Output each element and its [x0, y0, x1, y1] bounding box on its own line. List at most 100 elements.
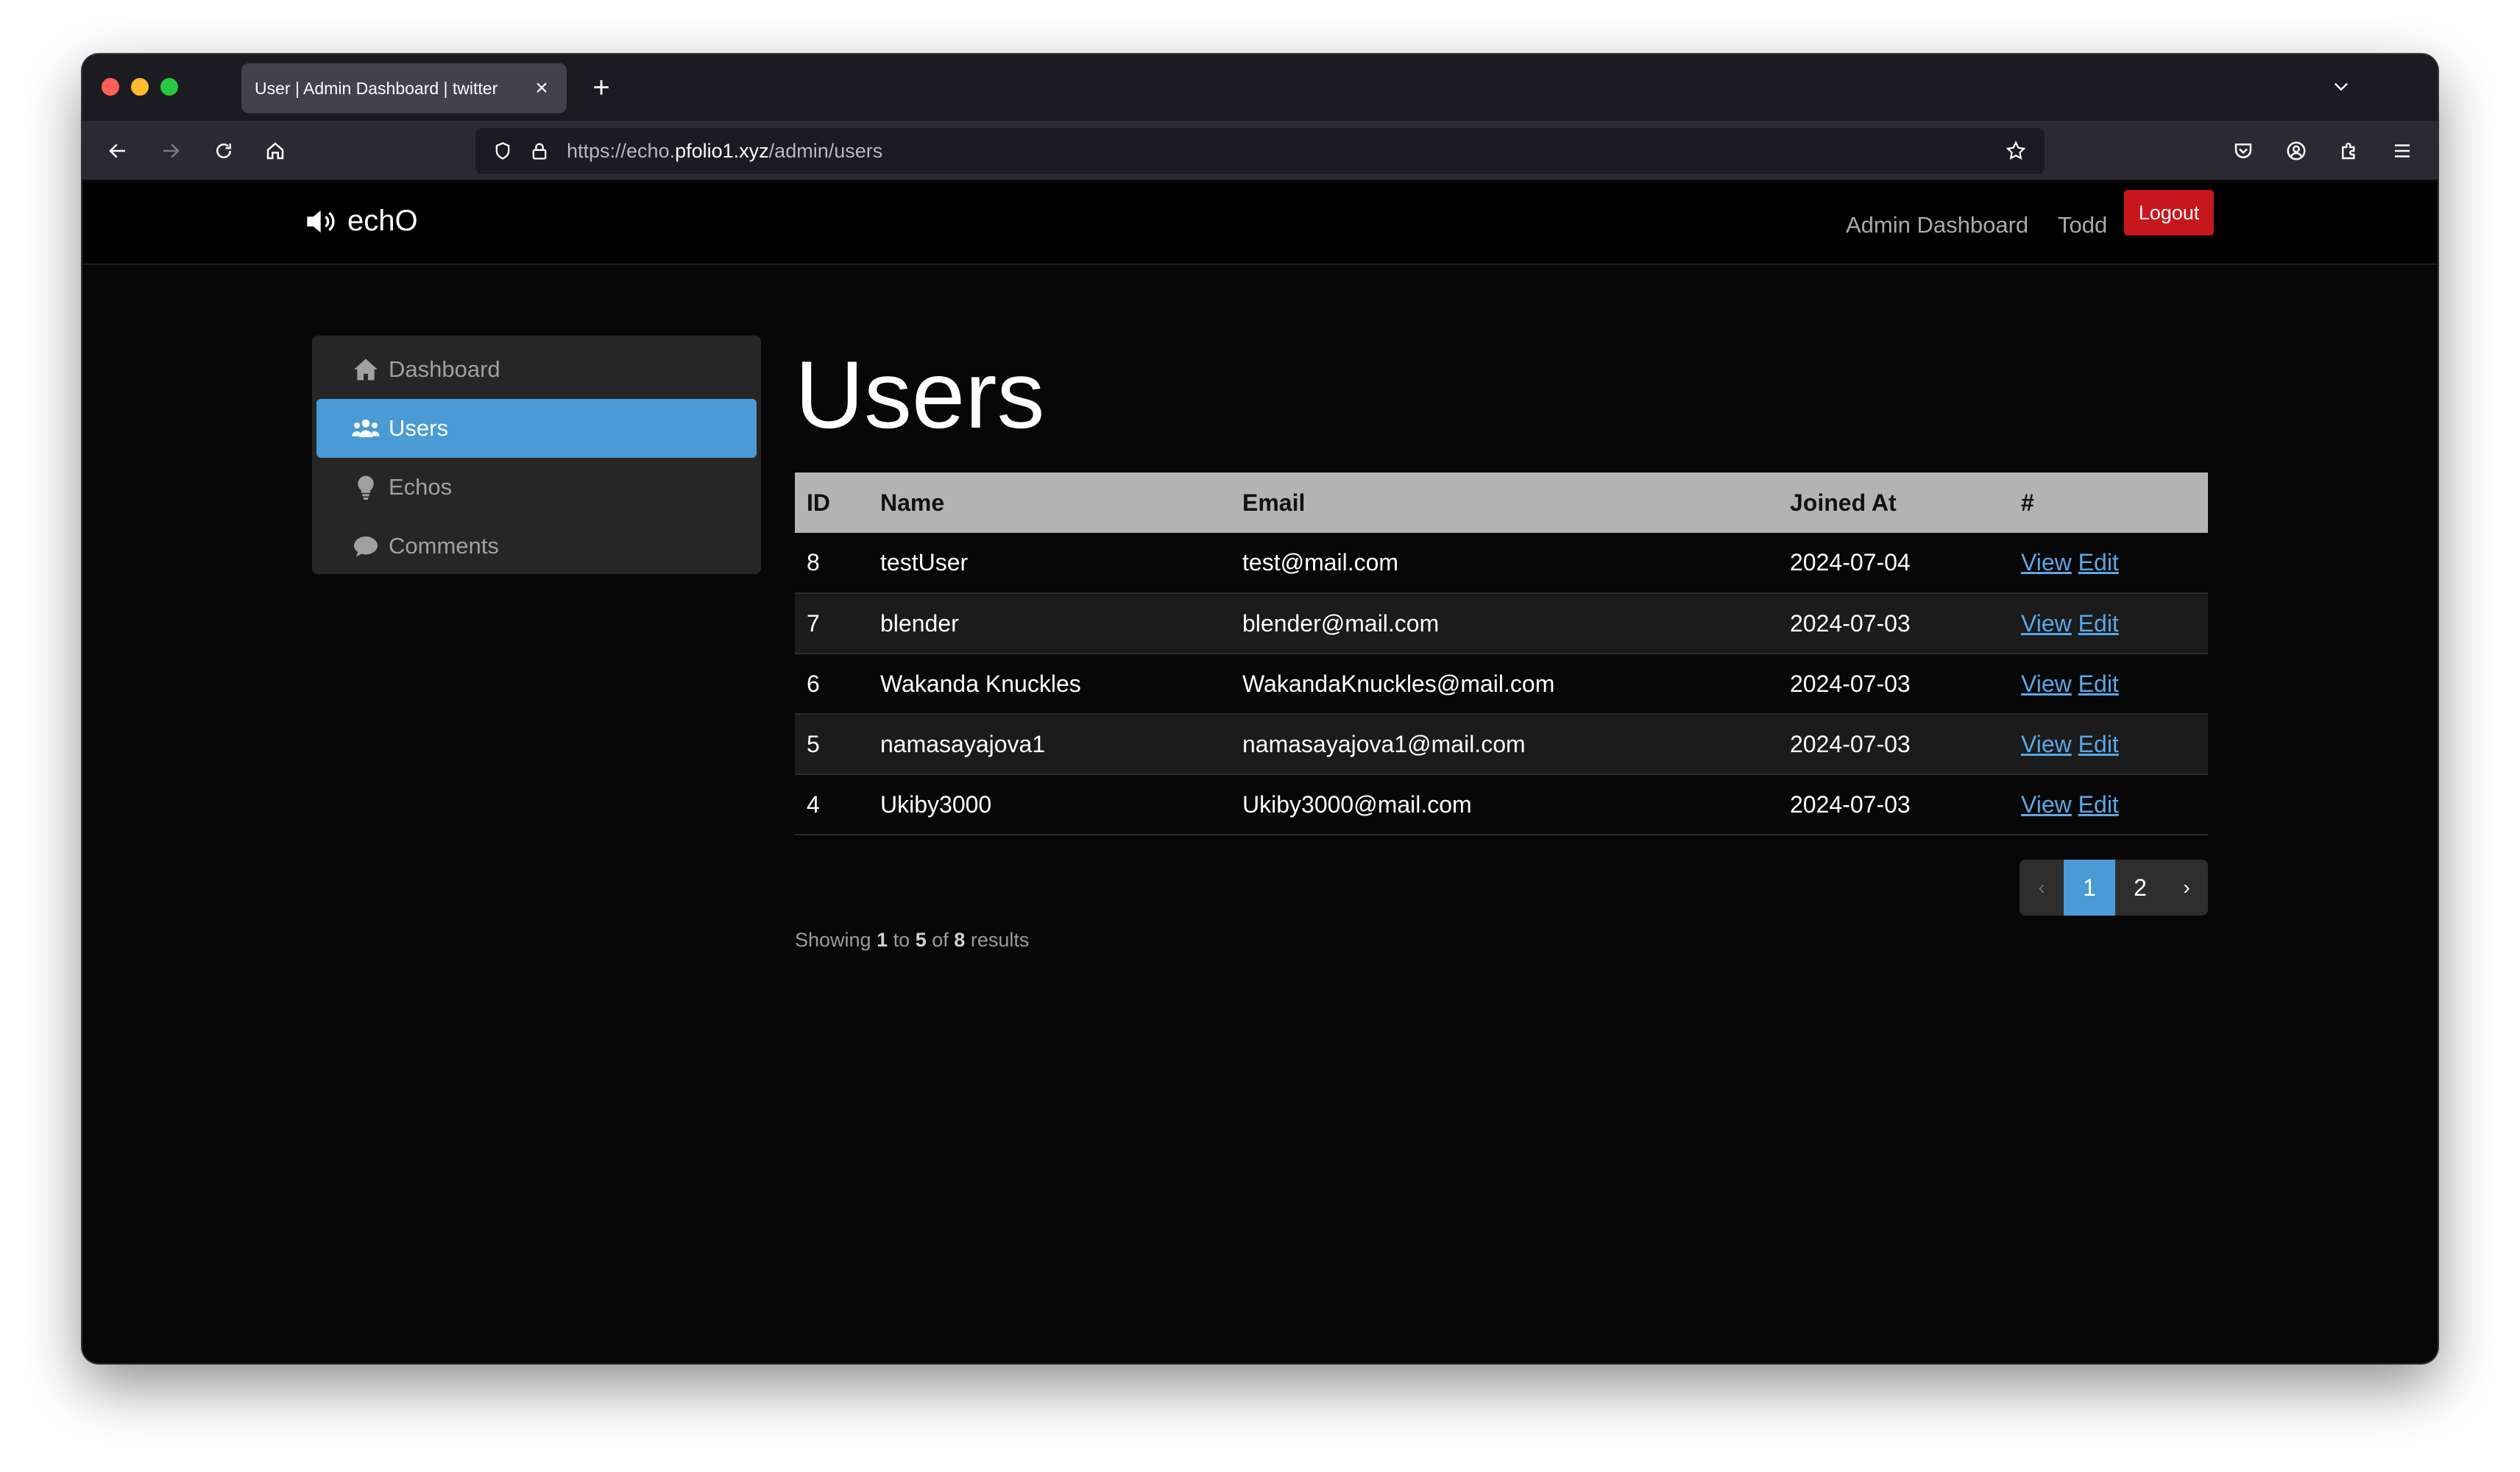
- cell-email: namasayajova1@mail.com: [1242, 730, 1526, 757]
- table-row: 5 namasayajova1 namasayajova1@mail.com 2…: [795, 714, 2208, 774]
- speaker-icon: [307, 210, 335, 233]
- cell-actions: View Edit: [2009, 654, 2208, 714]
- tab-strip: User | Admin Dashboard | twitter × +: [82, 54, 2438, 121]
- cell-actions: View Edit: [2009, 593, 2208, 654]
- view-link[interactable]: View: [2021, 670, 2072, 697]
- page-title: Users: [795, 341, 1045, 448]
- results-summary: Showing 1 to 5 of 8 results: [795, 929, 1029, 952]
- sidebar: Dashboard Users Echos Comments: [312, 336, 761, 574]
- sidebar-item-users[interactable]: Users: [316, 399, 757, 458]
- sidebar-item-echos[interactable]: Echos: [316, 458, 757, 517]
- edit-link[interactable]: Edit: [2078, 791, 2119, 818]
- reload-icon[interactable]: [203, 130, 244, 171]
- column-header-actions: #: [2021, 489, 2034, 516]
- summary-of-word: of: [932, 929, 949, 951]
- cell-name: namasayajova1: [880, 730, 1046, 757]
- account-icon[interactable]: [2276, 130, 2317, 171]
- browser-tab[interactable]: User | Admin Dashboard | twitter ×: [241, 63, 567, 113]
- cell-email: blender@mail.com: [1242, 609, 1440, 637]
- view-link[interactable]: View: [2021, 731, 2072, 757]
- url-text: https://echo.pfolio1.xyz/admin/users: [567, 140, 882, 163]
- maximize-window-button[interactable]: [160, 78, 178, 96]
- tab-close-icon[interactable]: ×: [530, 76, 553, 101]
- cell-joined-at: 2024-07-03: [1790, 790, 1911, 818]
- cell-id: 4: [807, 790, 820, 818]
- sidebar-item-comments[interactable]: Comments: [316, 517, 757, 576]
- home-icon: [350, 356, 381, 383]
- pagination: ‹ 1 2 ›: [2020, 860, 2208, 916]
- cell-id: 5: [807, 730, 820, 757]
- users-icon: [350, 415, 381, 442]
- cell-name: Ukiby3000: [880, 790, 992, 818]
- url-domain: pfolio1.xyz: [675, 139, 769, 162]
- cell-name: testUser: [880, 549, 969, 576]
- view-link[interactable]: View: [2021, 610, 2072, 637]
- new-tab-button[interactable]: +: [583, 69, 620, 106]
- edit-link[interactable]: Edit: [2078, 670, 2119, 697]
- pagination-next-button[interactable]: ›: [2165, 860, 2208, 916]
- summary-results: results: [970, 929, 1030, 951]
- table-row: 7 blender blender@mail.com 2024-07-03 Vi…: [795, 593, 2208, 654]
- pocket-icon[interactable]: [2223, 130, 2264, 171]
- cell-actions: View Edit: [2009, 774, 2208, 835]
- table-header-row: ID Name Email Joined At #: [795, 473, 2208, 533]
- menu-icon[interactable]: [2382, 130, 2423, 171]
- cell-name: Wakanda Knuckles: [880, 670, 1081, 697]
- cell-joined-at: 2024-07-03: [1790, 730, 1911, 757]
- sidebar-item-label: Users: [389, 415, 448, 441]
- lock-icon[interactable]: [521, 132, 558, 169]
- edit-link[interactable]: Edit: [2078, 610, 2119, 637]
- cell-id: 7: [807, 609, 820, 637]
- minimize-window-button[interactable]: [131, 78, 149, 96]
- edit-link[interactable]: Edit: [2078, 731, 2119, 757]
- close-window-button[interactable]: [102, 78, 119, 96]
- summary-to: 5: [915, 929, 927, 951]
- table-row: 6 Wakanda Knuckles WakandaKnuckles@mail.…: [795, 654, 2208, 714]
- table-row: 8 testUser test@mail.com 2024-07-04 View…: [795, 533, 2208, 593]
- brand-logo[interactable]: echO: [305, 205, 418, 238]
- cell-joined-at: 2024-07-03: [1790, 670, 1911, 697]
- summary-showing: Showing: [795, 929, 871, 951]
- navigation-bar: https://echo.pfolio1.xyz/admin/users: [82, 121, 2438, 181]
- nav-admin-dashboard-link[interactable]: Admin Dashboard: [1846, 212, 2028, 238]
- column-header-id: ID: [807, 489, 830, 516]
- cell-email: test@mail.com: [1242, 549, 1399, 576]
- users-table: ID Name Email Joined At # 8 testUser tes…: [795, 473, 2208, 835]
- summary-from: 1: [877, 929, 888, 951]
- view-link[interactable]: View: [2021, 791, 2072, 818]
- view-link[interactable]: View: [2021, 549, 2072, 576]
- cell-name: blender: [880, 609, 959, 637]
- sidebar-item-label: Dashboard: [389, 356, 500, 382]
- sidebar-item-label: Echos: [389, 474, 453, 500]
- lightbulb-icon: [350, 474, 381, 500]
- chevron-down-icon[interactable]: [2323, 68, 2360, 105]
- back-arrow-icon[interactable]: [97, 130, 138, 171]
- pagination-page-2[interactable]: 2: [2115, 860, 2165, 916]
- tab-title: User | Admin Dashboard | twitter: [255, 78, 498, 98]
- comment-icon: [350, 533, 381, 559]
- cell-actions: View Edit: [2009, 533, 2208, 593]
- extensions-icon[interactable]: [2329, 130, 2370, 171]
- cell-id: 8: [807, 549, 820, 576]
- forward-arrow-icon[interactable]: [150, 130, 191, 171]
- url-prefix: https://echo.: [567, 139, 676, 162]
- cell-actions: View Edit: [2009, 714, 2208, 774]
- logout-button[interactable]: Logout: [2124, 190, 2214, 236]
- pagination-page-1[interactable]: 1: [2064, 860, 2115, 916]
- table-row: 4 Ukiby3000 Ukiby3000@mail.com 2024-07-0…: [795, 774, 2208, 835]
- cell-id: 6: [807, 670, 820, 697]
- brand-name: echO: [347, 205, 418, 237]
- edit-link[interactable]: Edit: [2078, 549, 2119, 576]
- sidebar-item-label: Comments: [389, 533, 499, 559]
- shield-icon[interactable]: [484, 132, 521, 169]
- home-icon[interactable]: [255, 130, 296, 171]
- column-header-joined-at: Joined At: [1790, 489, 1897, 516]
- nav-user-link[interactable]: Todd: [2058, 212, 2107, 238]
- summary-total: 8: [954, 929, 966, 951]
- bookmark-star-icon[interactable]: [1997, 132, 2034, 169]
- sidebar-item-dashboard[interactable]: Dashboard: [316, 340, 757, 399]
- site-header: echO Admin Dashboard Todd Logout: [82, 183, 2438, 265]
- pagination-prev-button[interactable]: ‹: [2020, 860, 2064, 916]
- url-bar[interactable]: https://echo.pfolio1.xyz/admin/users: [475, 128, 2045, 174]
- summary-to-word: to: [893, 929, 910, 951]
